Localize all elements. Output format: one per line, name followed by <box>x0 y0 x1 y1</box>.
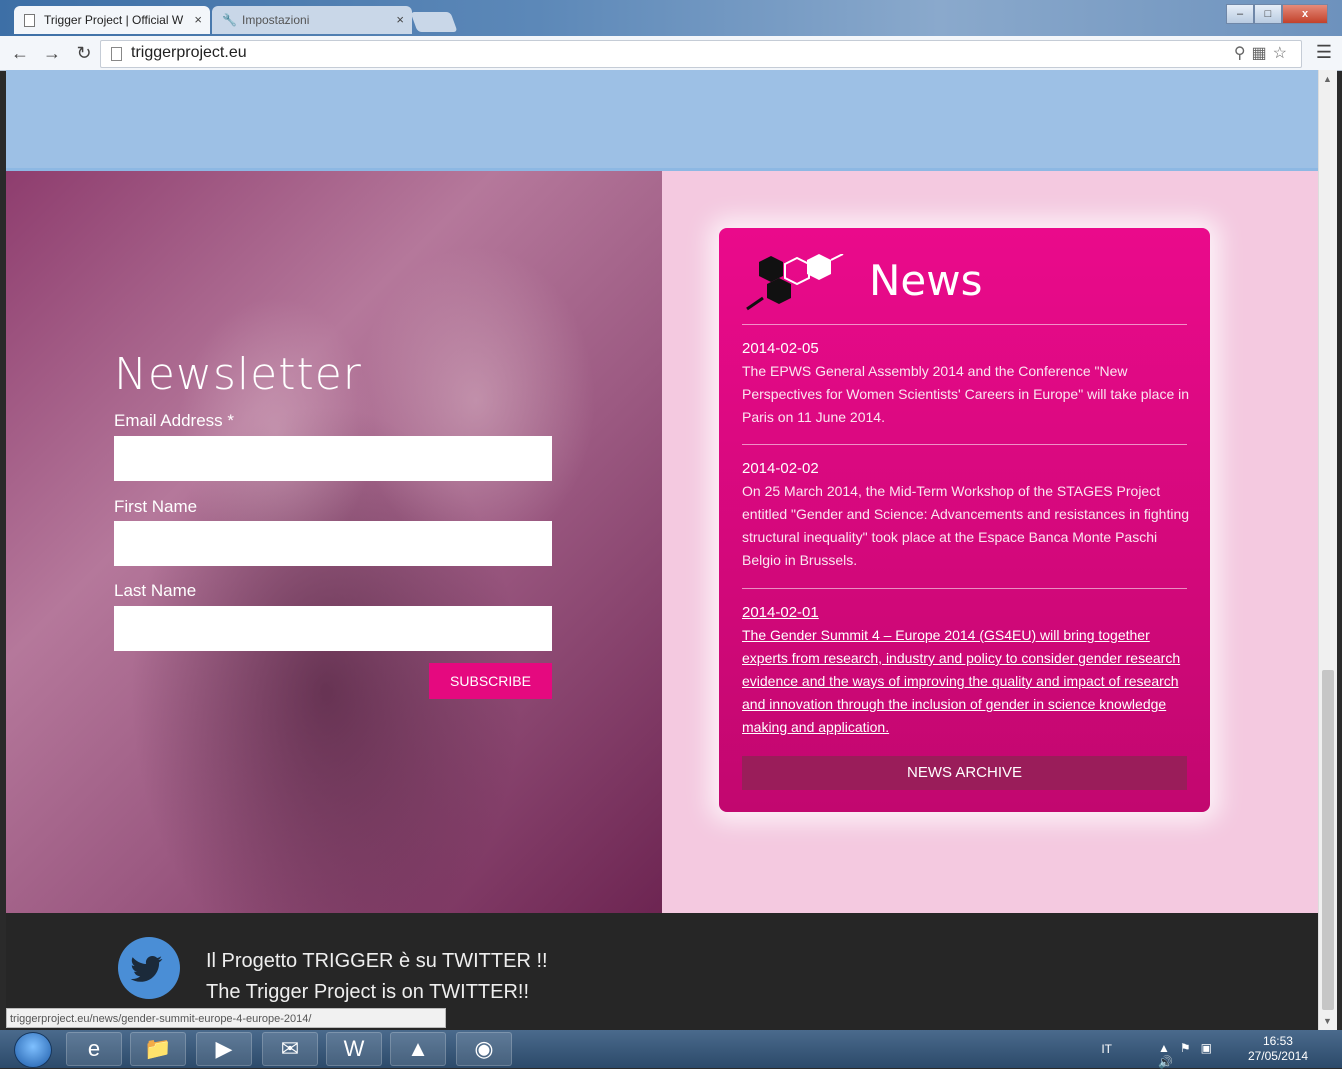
translate-icon[interactable]: ▦ <box>1252 45 1273 62</box>
last-name-field[interactable] <box>114 606 552 651</box>
clock-date: 27/05/2014 <box>1247 1049 1308 1063</box>
last-name-label: Last Name <box>114 581 197 600</box>
browser-chrome: Trigger Project | Official W × 🔧 Imposta… <box>0 0 1342 71</box>
news-title: News <box>869 256 983 305</box>
file-explorer-icon[interactable]: 📁 <box>130 1032 186 1066</box>
internet-explorer-icon[interactable]: e <box>66 1032 122 1066</box>
chrome-icon[interactable]: ◉ <box>456 1032 512 1066</box>
new-tab-button[interactable] <box>410 12 458 32</box>
twitter-text-english[interactable]: The Trigger Project is on TWITTER!! <box>206 981 529 1004</box>
news-divider <box>742 444 1187 445</box>
news-text: On 25 March 2014, the Mid-Term Workshop … <box>742 483 1190 568</box>
email-field[interactable] <box>114 436 552 481</box>
twitter-text-italian[interactable]: Il Progetto TRIGGER è su TWITTER !! <box>206 950 548 973</box>
windows-taskbar: e 📁 ▶ ✉ W ▲ ◉ IT ▲⚑▣🔊 16:53 27/05/2014 <box>0 1030 1342 1069</box>
tab-title: Trigger Project | Official W <box>44 13 184 27</box>
outlook-icon[interactable]: ✉ <box>262 1032 318 1066</box>
page-viewport: Newsletter Email Address * First Name La… <box>6 70 1318 1030</box>
bookmark-star-icon[interactable]: ☆ <box>1273 45 1293 62</box>
news-box: News 2014-02-05 The EPWS General Assembl… <box>719 228 1210 812</box>
first-name-label: First Name <box>114 497 198 516</box>
news-text: The EPWS General Assembly 2014 and the C… <box>742 363 1190 425</box>
status-bar-url: triggerproject.eu/news/gender-summit-eur… <box>6 1008 446 1028</box>
minimize-button[interactable]: – <box>1226 4 1254 24</box>
volume-icon[interactable]: 🔊 <box>1158 1055 1183 1069</box>
news-text[interactable]: The Gender Summit 4 – Europe 2014 (GS4EU… <box>742 624 1190 739</box>
scroll-up-icon[interactable]: ▲ <box>1323 74 1332 84</box>
newsletter-section: Newsletter Email Address * First Name La… <box>6 171 662 913</box>
address-bar[interactable]: triggerproject.eu ⚲▦☆ <box>100 40 1302 68</box>
news-item: 2014-02-02 On 25 March 2014, the Mid-Ter… <box>742 458 1190 572</box>
forward-arrow-icon[interactable]: → <box>40 41 64 65</box>
reload-icon[interactable]: ↻ <box>72 41 96 65</box>
tab-impostazioni[interactable]: 🔧 Impostazioni × <box>212 6 412 34</box>
acrobat-icon[interactable]: ▲ <box>390 1032 446 1066</box>
news-divider <box>742 588 1187 589</box>
news-section: News 2014-02-05 The EPWS General Assembl… <box>662 171 1318 913</box>
close-tab-icon[interactable]: × <box>396 6 404 34</box>
header-band <box>6 70 1318 171</box>
clock-time: 16:53 <box>1262 1034 1293 1048</box>
first-name-field[interactable] <box>114 521 552 566</box>
back-arrow-icon[interactable]: ← <box>8 41 32 65</box>
close-window-button[interactable]: x <box>1282 4 1328 24</box>
newsletter-title: Newsletter <box>114 349 362 400</box>
address-bar-actions: ⚲▦☆ <box>1234 43 1293 63</box>
twitter-icon[interactable] <box>118 937 180 999</box>
email-label: Email Address * <box>114 411 234 430</box>
news-archive-button[interactable]: NEWS ARCHIVE <box>742 756 1187 790</box>
zoom-icon[interactable]: ⚲ <box>1234 45 1252 62</box>
news-item-link[interactable]: 2014-02-01 The Gender Summit 4 – Europe … <box>742 602 1190 739</box>
scroll-down-icon[interactable]: ▼ <box>1323 1016 1332 1026</box>
flag-icon[interactable]: ⚑ <box>1180 1041 1201 1055</box>
vertical-scrollbar[interactable]: ▲ ▼ <box>1318 70 1337 1030</box>
news-date[interactable]: 2014-02-01 <box>742 602 1190 624</box>
hexagon-logo-icon <box>746 254 844 311</box>
clock[interactable]: 16:53 27/05/2014 <box>1248 1034 1308 1064</box>
page-icon <box>111 47 122 61</box>
language-indicator[interactable]: IT <box>1101 1042 1112 1056</box>
menu-icon[interactable]: ☰ <box>1316 42 1332 63</box>
network-icon[interactable]: ▣ <box>1201 1041 1222 1055</box>
tray-icons: ▲⚑▣ 🔊 <box>1158 1041 1222 1069</box>
news-date: 2014-02-02 <box>742 460 819 477</box>
maximize-button[interactable]: □ <box>1254 4 1282 24</box>
tab-strip: Trigger Project | Official W × 🔧 Imposta… <box>0 0 1342 36</box>
news-divider <box>742 324 1187 325</box>
show-hidden-icon[interactable]: ▲ <box>1158 1041 1180 1055</box>
twitter-bird-icon <box>130 956 163 982</box>
window-controls: – □ x <box>1226 4 1328 24</box>
page-icon <box>24 14 35 27</box>
tab-title: Impostazioni <box>242 13 310 27</box>
media-player-icon[interactable]: ▶ <box>196 1032 252 1066</box>
close-tab-icon[interactable]: × <box>194 6 202 34</box>
news-item: 2014-02-05 The EPWS General Assembly 201… <box>742 338 1190 429</box>
start-button[interactable] <box>14 1032 52 1068</box>
wrench-icon: 🔧 <box>222 13 237 27</box>
tab-trigger-project[interactable]: Trigger Project | Official W × <box>14 6 210 34</box>
address-url[interactable]: triggerproject.eu <box>131 44 247 62</box>
word-icon[interactable]: W <box>326 1032 382 1066</box>
news-date: 2014-02-05 <box>742 340 819 357</box>
scrollbar-thumb[interactable] <box>1322 670 1334 1010</box>
subscribe-button[interactable]: SUBSCRIBE <box>429 663 552 699</box>
browser-toolbar: ← → ↻ triggerproject.eu ⚲▦☆ ☰ <box>0 36 1342 71</box>
